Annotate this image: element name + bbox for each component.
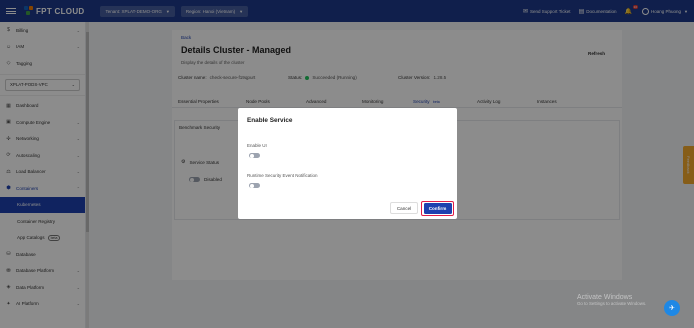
enable-service-dialog: Enable Service Enable UI Runtime Securit… (238, 108, 457, 219)
runtime-security-label: Runtime Security Event Notification (247, 173, 318, 178)
windows-watermark: Activate Windows Go to Settings to activ… (577, 294, 646, 306)
confirm-button[interactable]: Confirm (423, 203, 452, 214)
dialog-title: Enable Service (247, 117, 293, 124)
runtime-security-toggle[interactable] (249, 183, 260, 188)
help-assistant-button[interactable]: ✈ (664, 300, 680, 316)
watermark-line1: Activate Windows (577, 294, 633, 301)
assistant-icon: ✈ (669, 305, 675, 312)
enable-ui-label: Enable UI (247, 143, 267, 148)
enable-ui-toggle[interactable] (249, 153, 260, 158)
cancel-button[interactable]: Cancel (390, 202, 418, 214)
confirm-button-highlight: Confirm (421, 201, 454, 216)
watermark-line2: Go to Settings to activate Windows. (577, 301, 647, 306)
